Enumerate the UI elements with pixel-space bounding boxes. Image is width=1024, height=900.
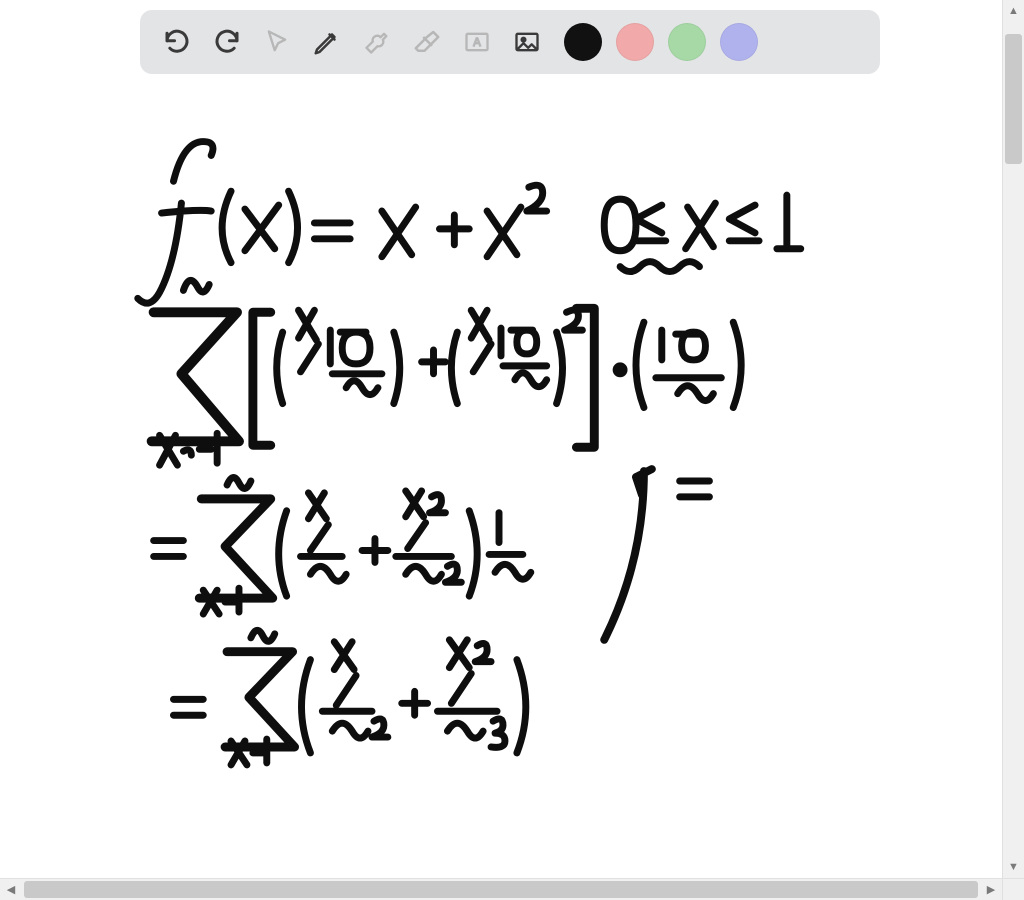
app-viewport: Undo Redo Select Pen Tools Eraser [0, 0, 1024, 900]
cursor-icon [263, 28, 291, 56]
pen-icon [312, 27, 342, 57]
pointer-button[interactable]: Select [254, 19, 300, 65]
whiteboard-canvas[interactable]: f(x) = x + x^2 0 ≤ x ≤ 1 Σ_{k=1}^{n} [ (… [0, 84, 1002, 878]
scroll-right-button[interactable]: ▶ [980, 879, 1002, 900]
image-button[interactable]: Insert image [504, 19, 550, 65]
scroll-left-button[interactable]: ◀ [0, 879, 22, 900]
vertical-scroll-thumb[interactable] [1005, 34, 1022, 164]
chevron-right-icon: ▶ [987, 883, 995, 896]
chevron-down-icon: ▼ [1008, 861, 1019, 873]
redo-button[interactable]: Redo [204, 19, 250, 65]
eraser-icon [412, 27, 442, 57]
color-purple[interactable] [720, 23, 758, 61]
scroll-corner [1002, 878, 1024, 900]
handwriting-svg [0, 84, 1002, 878]
color-green[interactable] [668, 23, 706, 61]
tools-button[interactable]: Tools [354, 19, 400, 65]
scroll-down-button[interactable]: ▼ [1003, 856, 1024, 878]
vertical-scrollbar[interactable]: ▲ ▼ [1002, 0, 1024, 878]
chevron-left-icon: ◀ [7, 883, 15, 896]
undo-button[interactable]: Undo [154, 19, 200, 65]
whiteboard-toolbar: Undo Redo Select Pen Tools Eraser [140, 10, 880, 74]
content-area: Undo Redo Select Pen Tools Eraser [0, 0, 1002, 878]
eraser-button[interactable]: Eraser [404, 19, 450, 65]
textbox-button[interactable]: Text [454, 19, 500, 65]
horizontal-scroll-thumb[interactable] [24, 881, 978, 898]
color-pink[interactable] [616, 23, 654, 61]
text-box-icon [463, 28, 491, 56]
horizontal-scrollbar[interactable]: ◀ ▶ [0, 878, 1002, 900]
image-icon [513, 28, 541, 56]
pen-button[interactable]: Pen [304, 19, 350, 65]
color-black[interactable] [564, 23, 602, 61]
horizontal-scroll-track[interactable] [22, 879, 980, 900]
redo-icon [212, 27, 242, 57]
scroll-up-button[interactable]: ▲ [1003, 0, 1024, 22]
wrench-icon [363, 28, 391, 56]
vertical-scroll-track[interactable] [1003, 22, 1024, 856]
undo-icon [162, 27, 192, 57]
chevron-up-icon: ▲ [1008, 5, 1019, 17]
